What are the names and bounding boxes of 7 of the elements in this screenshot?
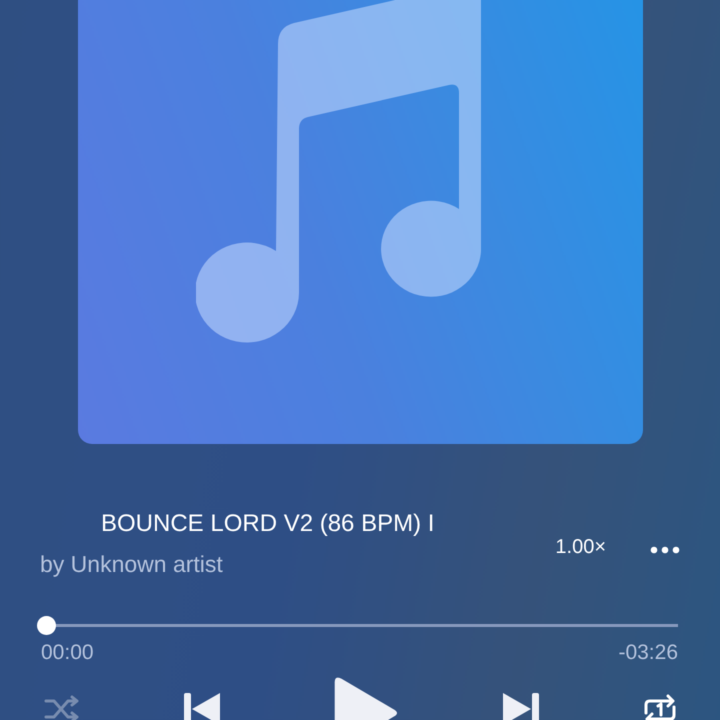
artist-name: by Unknown artist <box>40 550 224 578</box>
remaining-time: -03:26 <box>618 641 678 665</box>
track-title: BOUNCE LORD V2 (86 BPM) I <box>100 510 436 538</box>
progress-slider[interactable] <box>37 616 678 635</box>
elapsed-time: 00:00 <box>41 641 94 665</box>
playback-speed-button[interactable]: 1.00× <box>555 536 606 559</box>
more-options-icon[interactable] <box>650 546 680 554</box>
